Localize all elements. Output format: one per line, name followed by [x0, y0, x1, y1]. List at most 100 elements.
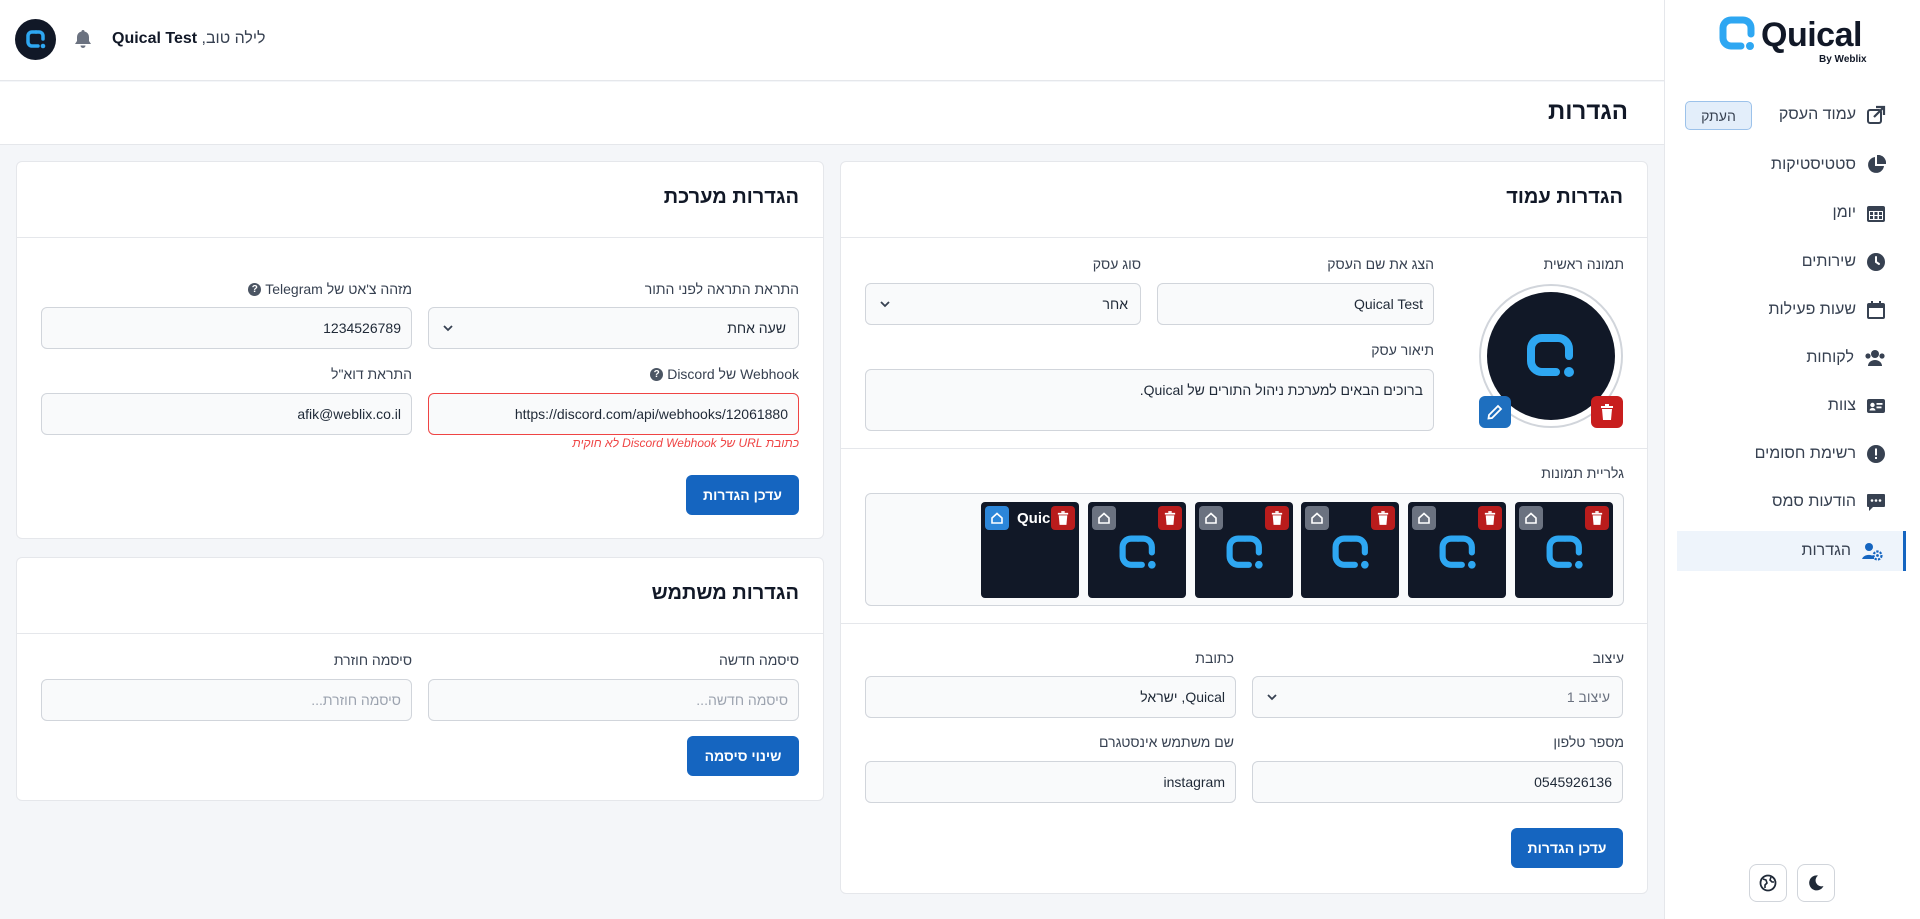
avatar[interactable]	[15, 19, 56, 60]
id-card-icon	[1867, 399, 1885, 413]
delete-gallery-image-button[interactable]	[1051, 506, 1075, 530]
bell-icon	[75, 30, 91, 48]
pencil-icon	[1487, 404, 1503, 420]
dark-mode-button[interactable]	[1797, 864, 1835, 902]
trash-icon	[1271, 511, 1283, 525]
repeat-password-label: סיסמה חוזרת	[333, 652, 412, 668]
business-type-label: סוג עסק	[1092, 256, 1141, 272]
trash-icon	[1057, 511, 1069, 525]
update-page-settings-button[interactable]: עדכן הגדרות	[1511, 828, 1623, 868]
change-password-button[interactable]: שינוי סיסמה	[687, 736, 799, 776]
sidebar-item-settings[interactable]: הגדרות	[1677, 531, 1906, 571]
instagram-label: שם משתמש אינסטגרם	[1099, 734, 1234, 750]
delete-gallery-image-button[interactable]	[1478, 506, 1502, 530]
business-name-input[interactable]: Quical Test	[1157, 283, 1434, 325]
sidebar-item-blocked[interactable]: רשימת חסומים	[1677, 434, 1906, 474]
gallery-image[interactable]	[1088, 502, 1186, 598]
gallery-image-text: Quic	[1017, 510, 1051, 527]
set-main-button[interactable]	[1519, 506, 1543, 530]
gallery-image[interactable]	[1301, 502, 1399, 598]
sidebar-item-label: שעות פעילות	[1768, 301, 1856, 318]
telegram-label: מזהה צ'אט של Telegram ?	[248, 281, 412, 297]
user-cog-icon	[1862, 543, 1883, 561]
set-main-button[interactable]	[985, 506, 1009, 530]
chevron-down-icon	[1267, 694, 1277, 701]
design-label: עיצוב	[1592, 650, 1624, 666]
business-type-select[interactable]: אחר	[865, 283, 1141, 325]
sidebar-item-customers[interactable]: לקוחות	[1677, 338, 1906, 378]
moon-icon	[1809, 875, 1824, 891]
quical-logo-icon	[1119, 535, 1156, 569]
new-password-label: סיסמה חדשה	[718, 652, 799, 668]
gallery-image[interactable]	[1408, 502, 1506, 598]
sidebar-item-services[interactable]: שירותים	[1677, 242, 1906, 282]
home-icon	[1098, 512, 1110, 524]
design-value: עיצוב 1	[1566, 689, 1610, 705]
quical-logo-icon	[1332, 535, 1369, 569]
help-icon[interactable]: ?	[248, 282, 262, 296]
description-textarea[interactable]: ברוכים הבאים למערכת ניהול התורים של Quic…	[865, 369, 1434, 431]
email-label: התראת דוא"ל	[331, 366, 412, 382]
divider	[841, 448, 1647, 449]
card-header: הגדרות עמוד	[841, 162, 1647, 238]
set-main-button[interactable]	[1092, 506, 1116, 530]
calendar-grid-icon	[1867, 206, 1885, 222]
sidebar-item-label: הגדרות	[1801, 542, 1851, 559]
quical-logo-icon	[1439, 535, 1476, 569]
quical-logo[interactable]: Quical By Weblix	[1719, 14, 1869, 68]
home-icon	[1205, 512, 1217, 524]
telegram-label-text: מזהה צ'אט של Telegram	[265, 281, 412, 297]
home-icon	[1311, 512, 1323, 524]
card-header: הגדרות משתמש	[17, 558, 823, 634]
home-icon	[991, 512, 1003, 524]
gallery-image[interactable]	[1515, 502, 1613, 598]
gallery-image[interactable]	[1195, 502, 1293, 598]
sidebar-item-business-page[interactable]: עמוד העסק	[1677, 95, 1906, 135]
phone-input[interactable]: 0545926136	[1252, 761, 1623, 803]
discord-label: Webhook של Discord ?	[650, 366, 799, 382]
telegram-input[interactable]: 1234526789	[41, 307, 412, 349]
home-icon	[1525, 512, 1537, 524]
delete-gallery-image-button[interactable]	[1158, 506, 1182, 530]
chevron-down-icon	[443, 325, 453, 332]
business-name-label: הצג את שם העסק	[1327, 256, 1434, 272]
delete-image-button[interactable]	[1591, 396, 1623, 428]
divider	[841, 623, 1647, 624]
edit-image-button[interactable]	[1479, 396, 1511, 428]
email-input[interactable]: afik@weblix.co.il	[41, 393, 412, 435]
sidebar-item-sms[interactable]: הודעות סמס	[1677, 482, 1906, 522]
design-select[interactable]: עיצוב 1	[1252, 676, 1623, 718]
new-password-input[interactable]: סיסמה חדשה...	[428, 679, 799, 721]
sidebar-item-label: רשימת חסומים	[1754, 445, 1856, 462]
delete-gallery-image-button[interactable]	[1585, 506, 1609, 530]
card-title: הגדרות משתמש	[651, 582, 799, 604]
gallery-label: גלריית תמונות	[1541, 465, 1624, 481]
business-type-value: אחר	[1102, 296, 1128, 312]
external-link-icon	[1867, 105, 1886, 124]
trash-icon	[1591, 511, 1603, 525]
delete-gallery-image-button[interactable]	[1265, 506, 1289, 530]
update-system-settings-button[interactable]: עדכן הגדרות	[686, 475, 799, 515]
users-icon	[1865, 350, 1885, 366]
user-name: Quical Test	[112, 30, 198, 47]
instagram-input[interactable]: instagram	[865, 761, 1236, 803]
set-main-button[interactable]	[1199, 506, 1223, 530]
sidebar-item-hours[interactable]: שעות פעילות	[1677, 290, 1906, 330]
notifications-button[interactable]	[74, 29, 92, 49]
gallery-image-main[interactable]: Quic	[981, 502, 1079, 598]
top-bar: לילה טוב, Quical Test	[0, 0, 1664, 81]
set-main-button[interactable]	[1412, 506, 1436, 530]
alert-circle-icon	[1867, 445, 1885, 463]
help-icon[interactable]: ?	[650, 367, 664, 381]
language-button[interactable]	[1749, 864, 1787, 902]
set-main-button[interactable]	[1305, 506, 1329, 530]
sidebar-item-calendar[interactable]: יומן	[1677, 193, 1906, 233]
delete-gallery-image-button[interactable]	[1371, 506, 1395, 530]
repeat-password-input[interactable]: סיסמה חוזרת...	[41, 679, 412, 721]
reminder-select[interactable]: שעה אחת	[428, 307, 799, 349]
reminder-value: שעה אחת	[727, 320, 786, 336]
sidebar-item-statistics[interactable]: סטטיסטיקות	[1677, 145, 1906, 185]
address-input[interactable]: Quical, ישראל	[865, 676, 1236, 718]
sidebar-item-team[interactable]: צוות	[1677, 386, 1906, 426]
discord-webhook-input[interactable]: https://discord.com/api/webhooks/1206188…	[428, 393, 799, 435]
